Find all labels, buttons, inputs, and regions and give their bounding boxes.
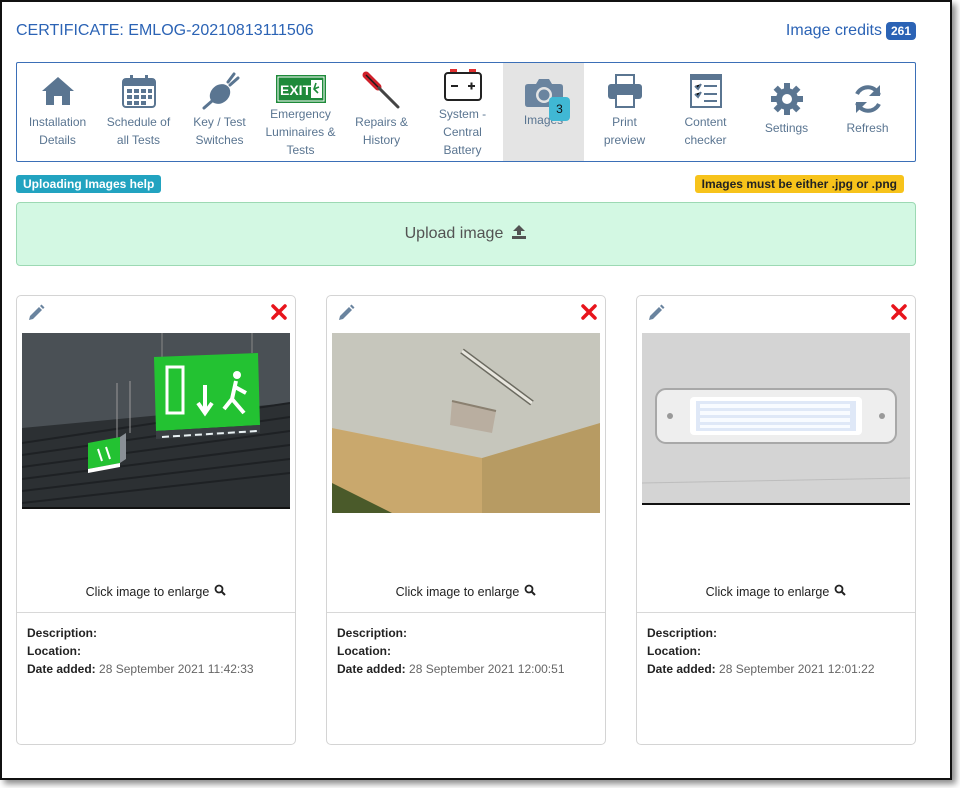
- location-label: Location:: [27, 644, 81, 658]
- tool-label: Schedule of all Tests: [106, 115, 171, 147]
- tool-label: Settings: [764, 121, 809, 135]
- tool-print-preview[interactable]: Print preview: [584, 63, 665, 161]
- card-divider: [637, 612, 915, 613]
- screwdriver-icon: [362, 71, 402, 111]
- tool-label: Refresh: [846, 121, 889, 135]
- pencil-icon[interactable]: [27, 304, 45, 327]
- card-divider: [327, 612, 605, 613]
- image-credits-label: Image credits: [785, 22, 882, 39]
- checklist-icon: [689, 71, 722, 111]
- tool-label: Emergency Luminaires & Tests: [265, 107, 336, 157]
- tool-repairs-history[interactable]: Repairs & History: [341, 63, 422, 161]
- tool-label: Key / Test Switches: [193, 115, 246, 147]
- date-added-value: 28 September 2021 12:01:22: [719, 662, 875, 676]
- magnifier-icon: [524, 584, 537, 599]
- tool-content-checker[interactable]: Content checker: [665, 63, 746, 161]
- description-label: Description:: [337, 626, 408, 640]
- tool-key-test-switches[interactable]: Key / Test Switches: [179, 63, 260, 161]
- enlarge-label: Click image to enlarge: [395, 584, 520, 599]
- magnifier-icon: [214, 584, 227, 599]
- upload-image-button[interactable]: Upload image: [16, 202, 916, 266]
- click-to-enlarge[interactable]: Click image to enlarge: [17, 584, 295, 599]
- enlarge-label: Click image to enlarge: [85, 584, 210, 599]
- tool-refresh[interactable]: Refresh: [827, 63, 908, 161]
- image-thumbnail[interactable]: [22, 333, 290, 509]
- battery-icon: [443, 67, 483, 103]
- delete-icon[interactable]: [271, 304, 287, 325]
- header: CERTIFICATE: EMLOG-20210813111506 Image …: [16, 22, 916, 44]
- date-added-label: Date added:: [337, 662, 406, 676]
- image-thumbnail[interactable]: [332, 333, 600, 513]
- tool-settings[interactable]: Settings: [746, 63, 827, 161]
- tool-images[interactable]: 3 Images: [503, 63, 584, 161]
- exit-sign-icon: EXIT: [275, 75, 326, 103]
- house-icon: [40, 71, 76, 111]
- refresh-icon: [851, 81, 885, 117]
- gear-icon: [770, 81, 804, 117]
- tool-system-central-battery[interactable]: System - Central Battery: [422, 63, 503, 161]
- delete-icon[interactable]: [891, 304, 907, 325]
- delete-icon[interactable]: [581, 304, 597, 325]
- pencil-icon[interactable]: [647, 304, 665, 327]
- exit-sign-text: EXIT: [280, 82, 312, 98]
- app-window: CERTIFICATE: EMLOG-20210813111506 Image …: [0, 0, 952, 780]
- date-added-label: Date added:: [27, 662, 96, 676]
- date-added-value: 28 September 2021 12:00:51: [409, 662, 565, 676]
- image-metadata: Description: Location: Date added: 28 Se…: [337, 624, 565, 678]
- tool-label: Print preview: [603, 115, 646, 147]
- toolbar: Installation Details Schedule of all Tes…: [16, 62, 916, 162]
- certificate-title: CERTIFICATE: EMLOG-20210813111506: [16, 22, 314, 39]
- image-format-warning: Images must be either .jpg or .png: [694, 175, 904, 193]
- image-card: Click image to enlarge Description: Loca…: [326, 295, 606, 745]
- description-label: Description:: [27, 626, 98, 640]
- printer-icon: [607, 71, 643, 111]
- image-card: Click image to enlarge Description: Loca…: [16, 295, 296, 745]
- tool-emergency-luminaires-tests[interactable]: EXIT Emergency Luminaires & Tests: [260, 63, 341, 161]
- uploading-images-help-button[interactable]: Uploading Images help: [16, 175, 162, 193]
- key-switch-icon: [200, 71, 240, 111]
- date-added-label: Date added:: [647, 662, 716, 676]
- credits-count-badge: 261: [885, 22, 916, 40]
- tool-label: Repairs & History: [355, 115, 408, 147]
- tool-installation-details[interactable]: Installation Details: [17, 63, 98, 161]
- description-label: Description:: [647, 626, 718, 640]
- image-credits[interactable]: Image credits 261: [786, 22, 916, 40]
- image-thumbnail[interactable]: [642, 333, 910, 505]
- tool-label: Installation Details: [28, 115, 87, 147]
- image-metadata: Description: Location: Date added: 28 Se…: [647, 624, 875, 678]
- enlarge-label: Click image to enlarge: [705, 584, 830, 599]
- tool-schedule-of-all-tests[interactable]: Schedule of all Tests: [98, 63, 179, 161]
- upload-icon: [511, 224, 527, 244]
- upload-image-label: Upload image: [404, 225, 504, 242]
- pencil-icon[interactable]: [337, 304, 355, 327]
- card-divider: [17, 612, 295, 613]
- image-metadata: Description: Location: Date added: 28 Se…: [27, 624, 254, 678]
- click-to-enlarge[interactable]: Click image to enlarge: [637, 584, 915, 599]
- calendar-icon: [121, 71, 156, 111]
- tool-label: System - Central Battery: [438, 107, 487, 157]
- location-label: Location:: [647, 644, 701, 658]
- images-count-badge: 3: [549, 97, 570, 121]
- date-added-value: 28 September 2021 11:42:33: [99, 662, 254, 676]
- tool-label: Content checker: [684, 115, 727, 147]
- image-card: Click image to enlarge Description: Loca…: [636, 295, 916, 745]
- magnifier-icon: [834, 584, 847, 599]
- location-label: Location:: [337, 644, 391, 658]
- click-to-enlarge[interactable]: Click image to enlarge: [327, 584, 605, 599]
